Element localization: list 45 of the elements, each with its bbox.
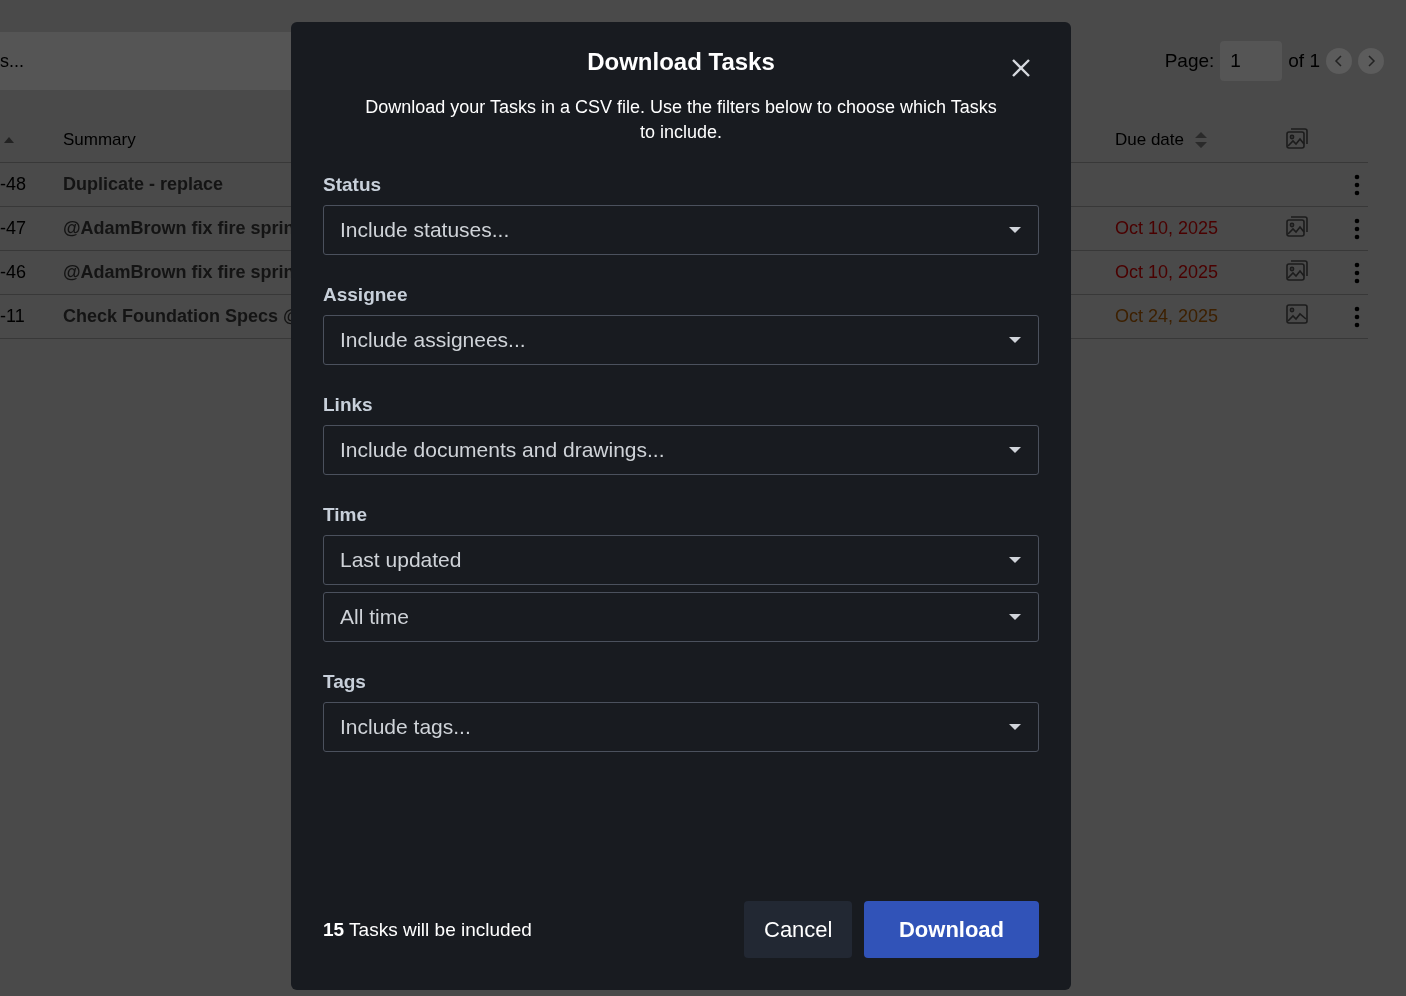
task-id: -48 bbox=[0, 174, 27, 195]
dropdown[interactable]: Last updated bbox=[323, 535, 1039, 585]
more-icon[interactable] bbox=[1353, 261, 1360, 284]
dropdown-caret-icon bbox=[1008, 613, 1022, 621]
dropdown[interactable]: Include assignees... bbox=[323, 315, 1039, 365]
dropdown-caret-icon bbox=[1008, 723, 1022, 731]
task-id: -46 bbox=[0, 262, 27, 283]
due-date: Oct 10, 2025 bbox=[1115, 262, 1219, 282]
next-page-button[interactable] bbox=[1358, 48, 1384, 74]
dropdown[interactable]: All time bbox=[323, 592, 1039, 642]
task-id: -11 bbox=[0, 306, 26, 327]
filter-label: Assignee bbox=[323, 284, 409, 306]
images-icon[interactable] bbox=[1285, 214, 1309, 238]
download-button[interactable]: Download bbox=[864, 901, 1039, 958]
more-icon[interactable] bbox=[1353, 217, 1360, 240]
dropdown-caret-icon bbox=[1008, 226, 1022, 234]
dialog-description: Download your Tasks in a CSV file. Use the filters below to choose which Tasks to include. bbox=[364, 96, 998, 144]
filter-label: Tags bbox=[323, 671, 367, 693]
dropdown[interactable]: Include documents and drawings... bbox=[323, 425, 1039, 475]
dropdown[interactable]: Include tags... bbox=[323, 702, 1039, 752]
filter-label: Status bbox=[323, 174, 383, 196]
dialog-title: Download Tasks bbox=[586, 48, 776, 76]
due-date: Oct 10, 2025 bbox=[1115, 218, 1219, 238]
sort-icon[interactable] bbox=[1194, 131, 1208, 149]
due-date: Oct 24, 2025 bbox=[1115, 306, 1219, 326]
page-label: Page: bbox=[1164, 50, 1215, 72]
more-icon[interactable] bbox=[1353, 173, 1360, 196]
chevron-left-icon bbox=[1334, 54, 1344, 68]
filter-label: Links bbox=[323, 394, 374, 416]
page-total: of 1 bbox=[1288, 50, 1320, 72]
chevron-right-icon bbox=[1366, 54, 1376, 68]
images-icon[interactable] bbox=[1285, 258, 1309, 282]
dropdown-caret-icon bbox=[1008, 446, 1022, 454]
dropdown-caret-icon bbox=[1008, 336, 1022, 344]
more-icon[interactable] bbox=[1353, 305, 1360, 328]
filter-label: Time bbox=[323, 504, 368, 526]
previous-page-button[interactable] bbox=[1326, 48, 1352, 74]
task-id: -47 bbox=[0, 218, 27, 239]
cancel-button[interactable]: Cancel bbox=[744, 901, 852, 958]
dropdown[interactable]: Include statuses... bbox=[323, 205, 1039, 255]
image-icon[interactable] bbox=[1285, 302, 1309, 326]
sort-ascending-icon[interactable] bbox=[2, 135, 16, 145]
included-count: 15 Tasks will be included bbox=[323, 918, 533, 941]
images-icon[interactable] bbox=[1285, 125, 1309, 150]
dropdown-caret-icon bbox=[1008, 556, 1022, 564]
